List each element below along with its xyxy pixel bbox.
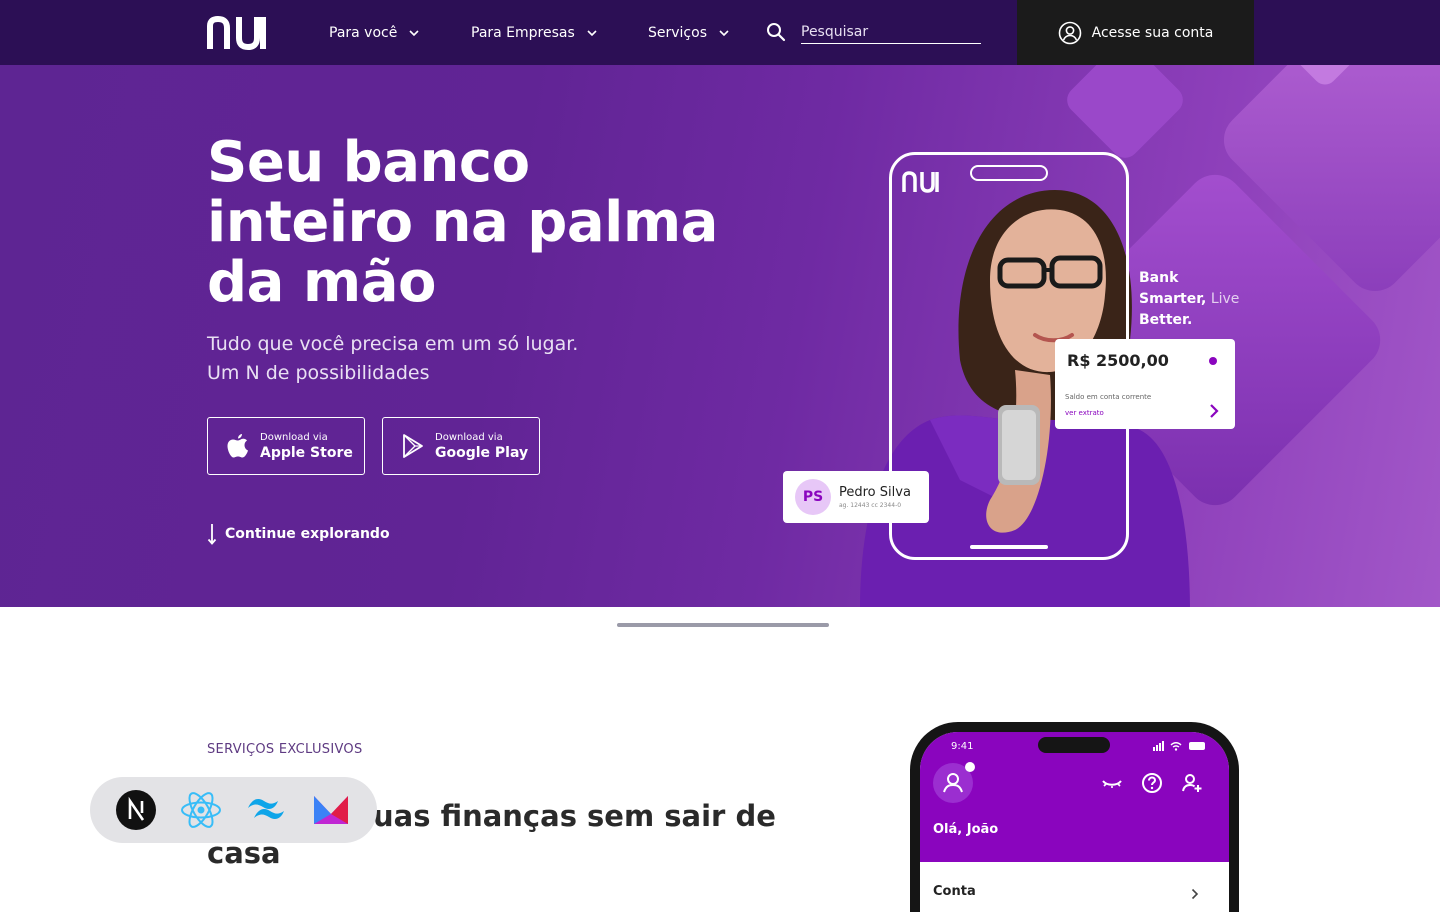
tagline-line: Better. [1139,312,1193,328]
chevron-right-icon[interactable] [1191,888,1199,900]
hero-title-line: da mão [207,250,436,315]
dynamic-island [1038,737,1110,753]
chevron-down-icon [587,30,597,37]
tagline-bold: Smarter, [1139,291,1207,307]
search-icon[interactable] [766,22,786,42]
continue-exploring-link[interactable]: Continue explorando [207,523,390,545]
nav-item-label: Para Empresas [471,25,575,41]
user-account: ag. 12443 cc 2344-0 [839,502,902,509]
balance-label: Saldo em conta corrente [1065,393,1152,401]
apple-store-big: Apple Store [260,444,353,461]
google-play-big: Google Play [435,444,529,461]
nav-item-servicos[interactable]: Serviços [648,22,729,44]
nav-item-para-empresas[interactable]: Para Empresas [471,22,597,44]
balance-amount: R$ 2500,00 [1067,351,1169,370]
balance-card: R$ 2500,00 Saldo em conta corrente ver e… [1055,339,1235,429]
chevron-right-icon[interactable] [1209,403,1219,419]
phone-header: 9:41 Olá, João [920,732,1229,862]
help-icon[interactable] [1141,772,1163,794]
greeting: Olá, João [933,822,999,837]
tagline-thin: Live [1206,291,1240,307]
statement-link[interactable]: ver extrato [1065,409,1104,417]
hero-title: Seu banco inteiro na palma da mão [207,133,767,313]
tagline-line: Bank [1139,270,1179,286]
status-time: 9:41 [951,741,974,752]
nextjs-icon[interactable] [114,788,158,832]
arrow-down-icon [207,524,217,545]
login-button[interactable]: Acesse sua conta [1017,0,1254,65]
account-section-label[interactable]: Conta [933,884,976,899]
google-play-button[interactable]: Download via Google Play [382,417,540,475]
motion-icon[interactable] [309,788,353,832]
notification-badge [965,762,975,772]
phone-screen: 9:41 Olá, João Conta [920,732,1229,912]
nav-item-label: Para você [329,25,398,41]
user-name: Pedro Silva [839,485,911,500]
tailwind-icon[interactable] [244,788,288,832]
hero-title-line: Seu banco [207,130,530,195]
user-info: Pedro Silva ag. 12443 cc 2344-0 [839,485,911,509]
search-bar [766,20,981,44]
avatar: PS [795,479,831,515]
hero-subtitle-line: Tudo que você precisa em um só lugar. [207,333,579,355]
explore-label: Continue explorando [225,526,390,542]
hide-balance-icon[interactable] [1101,772,1123,794]
hero-section: Seu banco inteiro na palma da mão Tudo q… [0,65,1440,607]
tagline-line: Smarter, Live [1139,289,1239,310]
phone-home-bar [970,545,1048,549]
chevron-down-icon [409,30,419,37]
nav-item-label: Serviços [648,25,707,41]
user-circle-icon [1058,21,1081,44]
hero-subtitle: Tudo que você precisa em um só lugar. Um… [207,330,667,388]
search-input[interactable] [801,20,981,44]
chevron-down-icon [719,30,729,37]
hero-title-line: inteiro na palma [207,190,718,255]
tagline: Bank Smarter, Live Better. [1139,268,1239,331]
nubank-logo[interactable] [207,16,271,50]
status-icons [1153,741,1205,751]
add-user-icon[interactable] [1181,772,1203,794]
section-eyebrow: SERVIÇOS EXCLUSIVOS [207,742,363,757]
status-dot [1209,357,1217,365]
apple-store-button[interactable]: Download via Apple Store [207,417,365,475]
tech-stack-toolbar [90,777,377,843]
nav-item-para-voce[interactable]: Para você [329,22,419,44]
google-play-text: Download via Google Play [435,432,528,461]
react-icon[interactable] [179,788,223,832]
google-play-small: Download via [435,431,503,443]
login-label: Acesse sua conta [1091,24,1214,41]
carousel-indicator[interactable] [617,623,829,627]
apple-store-text: Download via Apple Store [260,432,353,461]
apple-icon [227,434,248,458]
phone-nubank-logo [902,171,939,193]
apple-store-small: Download via [260,431,328,443]
phone-notch [970,165,1048,181]
user-card: PS Pedro Silva ag. 12443 cc 2344-0 [783,471,929,523]
google-play-icon [403,434,423,458]
top-navbar: Para você Para Empresas Serviços Acesse … [0,0,1440,65]
hero-subtitle-line: Um N de possibilidades [207,362,430,384]
header-actions [1101,772,1203,794]
